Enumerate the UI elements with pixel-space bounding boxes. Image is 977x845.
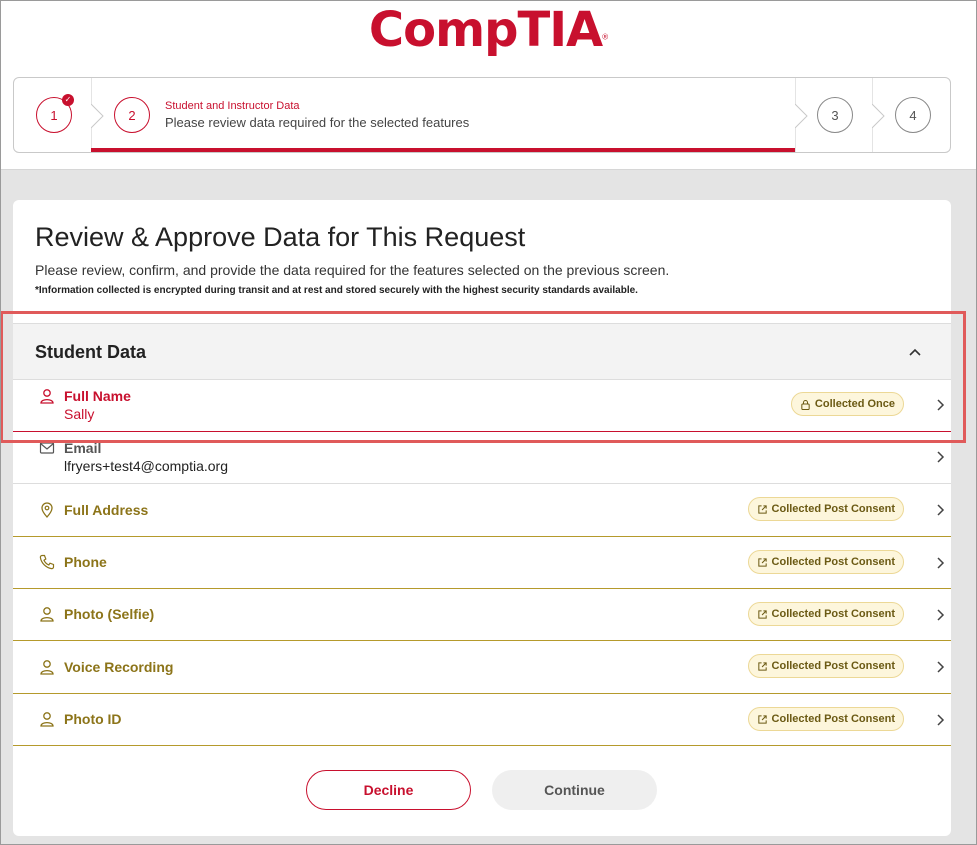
external-link-icon (757, 661, 767, 671)
collected-post-consent-badge: Collected Post Consent (747, 497, 904, 521)
decline-button[interactable]: Decline (306, 770, 471, 810)
row-label: Email (64, 440, 102, 456)
external-link-icon (757, 609, 767, 619)
page-title: Review & Approve Data for This Request (35, 222, 526, 252)
collected-post-consent-badge: Collected Post Consent (747, 654, 904, 678)
header-area: CompTIA® 1 ✓ 2 Student and Instructor Da… (0, 0, 977, 170)
row-label: Full Address (64, 502, 149, 518)
student-data-section-header[interactable]: Student Data (13, 323, 951, 380)
step-3-circle[interactable]: 3 (817, 97, 853, 133)
step-divider-icon (872, 78, 885, 152)
chevron-right-icon[interactable] (933, 450, 947, 464)
step-2-description: Please review data required for the sele… (165, 115, 470, 130)
collected-post-consent-badge: Collected Post Consent (747, 550, 904, 574)
external-link-icon (757, 714, 767, 724)
progress-stepper: 1 ✓ 2 Student and Instructor Data Please… (13, 77, 951, 153)
encryption-note: *Information collected is encrypted duri… (35, 285, 638, 296)
review-card: Review & Approve Data for This Request P… (13, 200, 951, 836)
external-link-icon (757, 557, 767, 567)
chevron-right-icon[interactable] (933, 398, 947, 412)
collected-once-badge: Collected Once (790, 392, 904, 416)
chevron-right-icon[interactable] (933, 608, 947, 622)
comptia-logo: CompTIA® (368, 2, 609, 58)
location-pin-icon (41, 502, 53, 518)
phone-icon (39, 554, 55, 570)
chevron-right-icon[interactable] (933, 660, 947, 674)
step-divider-icon (795, 78, 808, 152)
active-step-bar (91, 148, 795, 152)
data-row-phone[interactable]: Phone Collected Post Consent (13, 537, 951, 589)
chevron-right-icon[interactable] (933, 713, 947, 727)
person-icon (40, 660, 54, 675)
envelope-icon (39, 442, 55, 454)
continue-button[interactable]: Continue (492, 770, 657, 810)
step-2-title: Student and Instructor Data (165, 100, 300, 112)
check-icon: ✓ (62, 94, 74, 106)
chevron-up-icon[interactable] (907, 344, 923, 360)
chevron-right-icon[interactable] (933, 503, 947, 517)
data-row-photo-id[interactable]: Photo ID Collected Post Consent (13, 694, 951, 746)
data-row-photo-selfie[interactable]: Photo (Selfie) Collected Post Consent (13, 589, 951, 641)
person-icon (40, 389, 54, 404)
external-link-icon (757, 504, 767, 514)
row-label: Photo (Selfie) (64, 606, 155, 622)
row-label: Phone (64, 554, 107, 570)
row-value: lfryers+test4@comptia.org (64, 458, 228, 474)
data-row-email[interactable]: Email lfryers+test4@comptia.org (13, 432, 951, 484)
row-label: Voice Recording (64, 659, 174, 675)
step-4-circle[interactable]: 4 (895, 97, 931, 133)
step-1-circle[interactable]: 1 ✓ (36, 94, 74, 133)
data-row-voice-recording[interactable]: Voice Recording Collected Post Consent (13, 641, 951, 694)
data-row-full-address[interactable]: Full Address Collected Post Consent (13, 484, 951, 537)
row-label: Full Name (64, 388, 131, 404)
person-icon (40, 712, 54, 727)
lock-icon (801, 399, 810, 410)
step-2-circle[interactable]: 2 (114, 97, 150, 133)
data-row-full-name[interactable]: Full Name Sally Collected Once (13, 380, 951, 432)
section-title: Student Data (35, 342, 147, 362)
collected-post-consent-badge: Collected Post Consent (747, 602, 904, 626)
page-subtitle: Please review, confirm, and provide the … (35, 262, 670, 278)
row-label: Photo ID (64, 711, 122, 727)
row-value: Sally (64, 406, 95, 422)
person-icon (40, 607, 54, 622)
collected-post-consent-badge: Collected Post Consent (747, 707, 904, 731)
chevron-right-icon[interactable] (933, 556, 947, 570)
step-divider-icon (91, 78, 104, 152)
